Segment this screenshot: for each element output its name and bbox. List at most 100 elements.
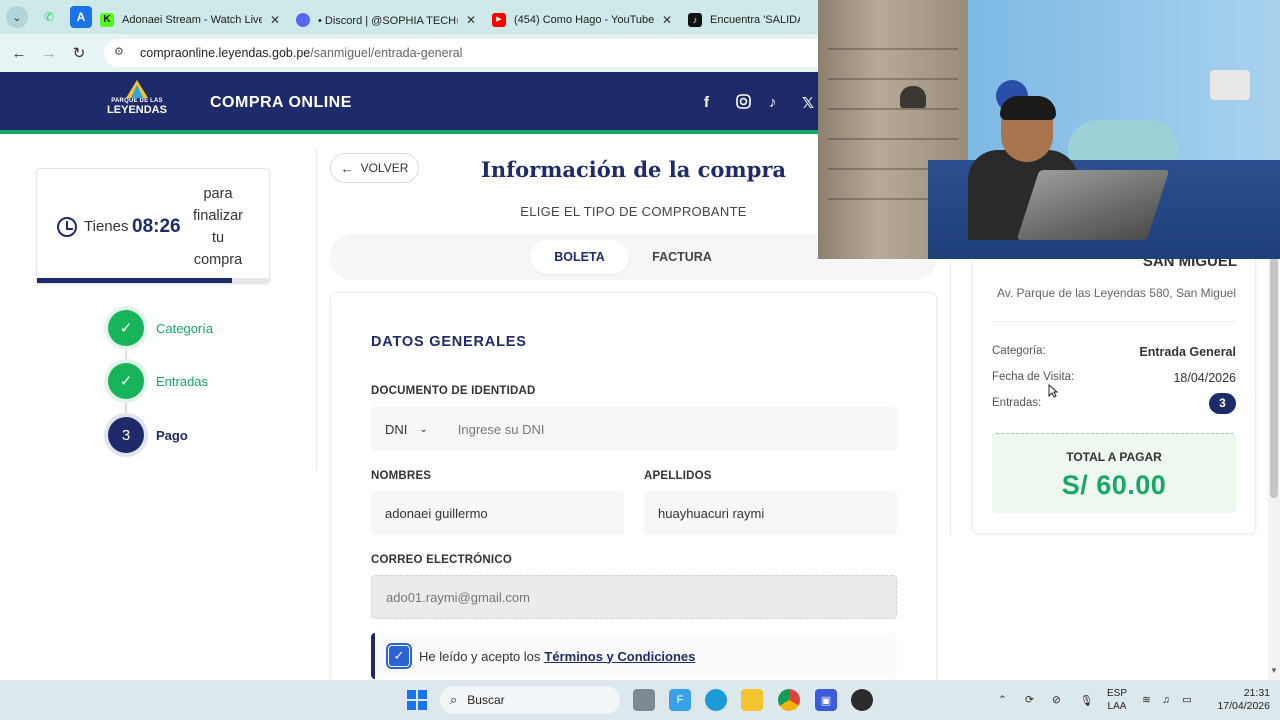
step-number: 3 bbox=[108, 417, 144, 453]
facebook-icon[interactable]: f bbox=[704, 94, 709, 111]
webcam-overlay bbox=[818, 0, 1280, 259]
step-label: Entradas bbox=[156, 373, 209, 389]
tab-title: Encuentra 'SALIDA P bbox=[710, 14, 800, 26]
header-title: COMPRA ONLINE bbox=[210, 94, 352, 111]
dni-input[interactable]: Ingrese su DNI bbox=[458, 422, 545, 437]
pinned-tab-app[interactable]: A bbox=[70, 6, 92, 28]
back-arrow-icon[interactable]: ← bbox=[4, 45, 34, 62]
tab-title: (454) Como Hago - YouTube bbox=[514, 14, 654, 26]
timer-countdown: 08:26 bbox=[132, 216, 181, 237]
kick-favicon-icon: K bbox=[100, 13, 114, 27]
app-icon[interactable]: F bbox=[669, 689, 691, 711]
step-categoria[interactable]: ✓ Categoría bbox=[108, 310, 328, 346]
tray-chevron-icon[interactable]: ⌃ bbox=[998, 680, 1007, 720]
tab-close-icon[interactable]: ✕ bbox=[270, 13, 280, 27]
scroll-down-icon[interactable]: ▼ bbox=[1268, 666, 1280, 675]
left-divider bbox=[316, 148, 317, 470]
task-view-icon[interactable] bbox=[633, 689, 655, 711]
chrome-icon[interactable] bbox=[778, 689, 800, 711]
surnames-input[interactable]: huayhuacuri raymi bbox=[644, 491, 897, 535]
keyboard-layout: LAA bbox=[1107, 701, 1127, 712]
taskbar-search-label: Buscar bbox=[467, 693, 505, 707]
taskbar-clock[interactable]: 21:31 17/04/2026 bbox=[1206, 687, 1270, 713]
battery-icon[interactable]: ▭ bbox=[1182, 680, 1192, 720]
document-type-value: DNI bbox=[385, 421, 408, 437]
clock-icon bbox=[57, 217, 77, 237]
tiktok-favicon-icon: ♪ bbox=[688, 13, 702, 27]
search-icon: ⌕ bbox=[450, 692, 458, 707]
tab-title: Adonaei Stream - Watch Live o bbox=[122, 14, 262, 26]
clock-date: 17/04/2026 bbox=[1217, 700, 1270, 712]
tab-close-icon[interactable]: ✕ bbox=[662, 13, 672, 27]
file-explorer-icon[interactable] bbox=[741, 689, 763, 711]
tab-title: • Discord | @SOPHIA TECH💕❤ bbox=[318, 14, 458, 27]
browser-tab[interactable]: • Discord | @SOPHIA TECH💕❤ ✕ bbox=[288, 6, 484, 34]
edge-icon[interactable] bbox=[705, 689, 727, 711]
browser-tab[interactable]: ♪ Encuentra 'SALIDA P bbox=[680, 6, 810, 34]
tiktok-icon[interactable]: ♪ bbox=[769, 94, 777, 111]
timer-progress-track bbox=[37, 278, 269, 283]
pinned-tab-whatsapp[interactable]: ✆ bbox=[38, 6, 60, 28]
terms-text: He leído y acepto los bbox=[419, 648, 541, 664]
email-input[interactable]: ado01.raymi@gmail.com bbox=[371, 575, 897, 619]
site-info-icon[interactable]: ⚙ bbox=[114, 45, 130, 61]
terms-checkbox[interactable]: ✓ bbox=[386, 643, 412, 669]
windows-start-icon[interactable] bbox=[407, 690, 427, 710]
terms-row: ✓ He leído y acepto los Términos y Condi… bbox=[371, 633, 897, 679]
discord-favicon-icon bbox=[296, 13, 310, 27]
youtube-favicon-icon: ▶ bbox=[492, 13, 506, 27]
document-field: DNI ⌄ Ingrese su DNI bbox=[371, 407, 897, 451]
general-data-form: DATOS GENERALES DOCUMENTO DE IDENTIDAD D… bbox=[330, 292, 937, 692]
section-title: DATOS GENERALES bbox=[371, 334, 527, 350]
summary-tickets-row: Entradas: 3 bbox=[992, 393, 1236, 414]
address-bar[interactable]: ⚙ compraonline.leyendas.gob.pe/sanmiguel… bbox=[104, 39, 844, 67]
tickets-count-badge: 3 bbox=[1209, 393, 1236, 414]
network-off-icon[interactable]: ⊘ bbox=[1052, 680, 1061, 720]
email-label: CORREO ELECTRÓNICO bbox=[371, 554, 512, 566]
tab-search-menu-button[interactable]: ⌄ bbox=[6, 6, 28, 28]
tab-boleta[interactable]: BOLETA bbox=[530, 240, 629, 274]
step-label: Categoría bbox=[156, 320, 214, 336]
document-type-select[interactable]: DNI ⌄ bbox=[385, 422, 428, 437]
names-input[interactable]: adonaei guillermo bbox=[371, 491, 624, 535]
step-entradas[interactable]: ✓ Entradas bbox=[108, 363, 328, 399]
taskbar-search[interactable]: ⌕ Buscar bbox=[440, 686, 620, 714]
tab-close-icon[interactable]: ✕ bbox=[466, 13, 476, 27]
document-label: DOCUMENTO DE IDENTIDAD bbox=[371, 385, 536, 397]
logo-mark-icon bbox=[126, 80, 148, 98]
url-host: compraonline.leyendas.gob.pe bbox=[140, 46, 311, 60]
check-icon: ✓ bbox=[108, 363, 144, 399]
total-label: TOTAL A PAGAR bbox=[1066, 450, 1162, 464]
wifi-icon[interactable]: ≋ bbox=[1142, 680, 1151, 720]
logo-text-bottom: LEYENDAS bbox=[107, 104, 167, 116]
summary-date-row: Fecha de Visita: 18/04/2026 bbox=[992, 371, 1236, 385]
tab-factura[interactable]: FACTURA bbox=[633, 240, 731, 274]
total-amount: S/ 60.00 bbox=[1061, 470, 1167, 500]
forward-arrow-icon[interactable]: → bbox=[34, 45, 64, 62]
webcam-cap bbox=[900, 86, 926, 108]
timer-progress-fill bbox=[37, 278, 232, 283]
purchase-summary-card: SAN MIGUEL Av. Parque de las Leyendas 58… bbox=[972, 230, 1256, 534]
microphone-icon[interactable]: 🎙 bbox=[1080, 680, 1093, 720]
browser-tab[interactable]: ▶ (454) Como Hago - YouTube ✕ bbox=[484, 6, 680, 34]
webcam-wall-outlet bbox=[1210, 70, 1250, 100]
windows-taskbar: ⌕ Buscar F ▣ ⌃ ⟳ ⊘ 🎙 ESP LAA ≋ ♫ ▭ 21:31… bbox=[0, 680, 1280, 720]
browser-tab[interactable]: K Adonaei Stream - Watch Live o ✕ bbox=[92, 6, 288, 34]
terms-link[interactable]: Términos y Condiciones bbox=[544, 649, 695, 664]
instagram-icon[interactable] bbox=[736, 94, 751, 113]
volume-icon[interactable]: ♫ bbox=[1162, 680, 1170, 720]
webcam-person-hair bbox=[1000, 96, 1056, 120]
right-divider bbox=[950, 262, 951, 534]
reload-icon[interactable]: ↻ bbox=[64, 44, 94, 62]
sync-icon[interactable]: ⟳ bbox=[1025, 680, 1034, 720]
park-logo[interactable]: PARQUE DE LAS LEYENDAS bbox=[106, 80, 168, 126]
scrollbar-thumb[interactable] bbox=[1270, 258, 1278, 498]
page-scrollbar[interactable]: ▼ bbox=[1268, 258, 1280, 680]
x-icon[interactable]: 𝕏 bbox=[802, 94, 814, 112]
app-icon[interactable]: ▣ bbox=[815, 689, 837, 711]
obs-icon[interactable] bbox=[851, 689, 873, 711]
summary-category-row: Categoría: Entrada General bbox=[992, 345, 1236, 359]
webcam-laptop bbox=[1016, 170, 1170, 240]
language-indicator[interactable]: ESP LAA bbox=[1104, 687, 1130, 713]
timer-prefix: Tienes bbox=[84, 218, 129, 235]
